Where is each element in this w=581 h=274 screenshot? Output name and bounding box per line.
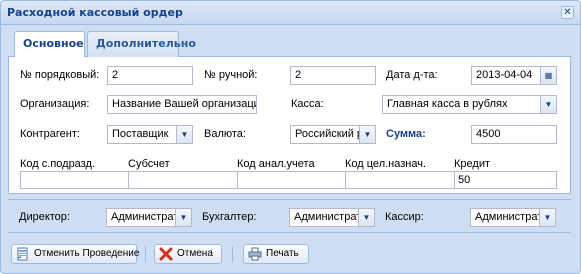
print-button[interactable]: Печать [243, 244, 309, 264]
window-title: Расходной кассовый ордер [7, 6, 183, 19]
cancel-posting-label: Отменить Проведение [34, 248, 140, 259]
date-label: Дата д-та: [386, 69, 438, 81]
chevron-down-icon[interactable]: ▼ [540, 96, 556, 113]
close-icon [159, 247, 173, 261]
date-field[interactable]: 2013-04-04 ▦ [471, 66, 557, 85]
cash-label: Касса: [291, 98, 324, 110]
director-select[interactable]: Администрат ▼ [106, 208, 192, 227]
cancel-label: Отмена [177, 248, 213, 259]
chevron-down-icon[interactable]: ▼ [539, 209, 555, 226]
calendar-icon[interactable]: ▦ [540, 67, 556, 84]
director-value: Администрат [111, 211, 179, 223]
cancel-posting-button[interactable]: Отменить Проведение [11, 244, 140, 264]
cash-select[interactable]: Главная касса в рублях ▼ [382, 95, 557, 114]
accountant-value: Администрат [294, 211, 362, 223]
accountant-label: Бухгалтер: [202, 211, 257, 223]
col-credit: Кредит [454, 158, 491, 170]
org-input[interactable]: Название Вашей организации [107, 95, 257, 114]
chevron-down-icon[interactable]: ▼ [175, 209, 191, 226]
chevron-down-icon[interactable]: ▼ [176, 126, 192, 143]
col-subaccount: Субсчет [128, 158, 170, 170]
org-label: Организация: [20, 98, 90, 110]
cash-value: Главная касса в рублях [387, 98, 508, 110]
analytic-code-input[interactable] [237, 171, 346, 189]
subdivision-code-input[interactable] [20, 171, 129, 189]
col-subdivision-code: Код с.подразд. [20, 158, 95, 170]
tab-main[interactable]: Основное [14, 31, 85, 58]
contractor-value: Поставщик [112, 128, 169, 140]
contractor-select[interactable]: Поставщик ▼ [107, 125, 193, 144]
sum-label: Сумма: [386, 128, 426, 140]
contractor-label: Контрагент: [20, 128, 80, 140]
currency-label: Валюта: [204, 128, 246, 140]
director-label: Директор: [19, 211, 70, 223]
col-purpose-code: Код цел.назнач. [345, 158, 427, 170]
main-form-panel: № порядковый: 2 № ручной: 2 Дата д-та: 2… [8, 57, 571, 194]
col-analytic-code: Код анал.учета [237, 158, 315, 170]
currency-select[interactable]: Российский р ▼ [290, 125, 376, 144]
close-icon[interactable]: ✕ [561, 6, 574, 19]
signatures-panel: Директор: Администрат ▼ Бухгалтер: Админ… [8, 199, 571, 233]
purpose-code-input[interactable] [345, 171, 455, 189]
toolbar-separator [232, 246, 233, 262]
tab-additional[interactable]: Дополнительно [87, 31, 196, 57]
document-undo-icon [17, 247, 28, 261]
print-label: Печать [266, 248, 299, 259]
currency-value: Российский р [295, 128, 364, 140]
sum-input[interactable]: 4500 [471, 125, 557, 144]
order-no-input[interactable]: 2 [107, 66, 193, 85]
accountant-select[interactable]: Администрат ▼ [289, 208, 375, 227]
order-no-label: № порядковый: [20, 69, 100, 81]
printer-icon [248, 247, 262, 261]
credit-input[interactable]: 50 [454, 171, 557, 189]
cashier-value: Администрат [475, 211, 543, 223]
date-value: 2013-04-04 [476, 69, 533, 81]
manual-no-input[interactable]: 2 [290, 66, 376, 85]
manual-no-label: № ручной: [204, 69, 258, 81]
chevron-down-icon[interactable]: ▼ [358, 209, 374, 226]
cashier-label: Кассир: [385, 211, 424, 223]
chevron-down-icon[interactable]: ▼ [359, 126, 375, 143]
subaccount-input[interactable] [128, 171, 238, 189]
tab-strip: Основное Дополнительно [8, 29, 571, 58]
cashier-select[interactable]: Администрат ▼ [470, 208, 556, 227]
cancel-button[interactable]: Отмена [154, 244, 222, 264]
window-titlebar: Расходной кассовый ордер ✕ [1, 1, 580, 25]
toolbar-separator [145, 246, 146, 262]
cash-order-window: Расходной кассовый ордер ✕ Основное Допо… [0, 0, 581, 274]
